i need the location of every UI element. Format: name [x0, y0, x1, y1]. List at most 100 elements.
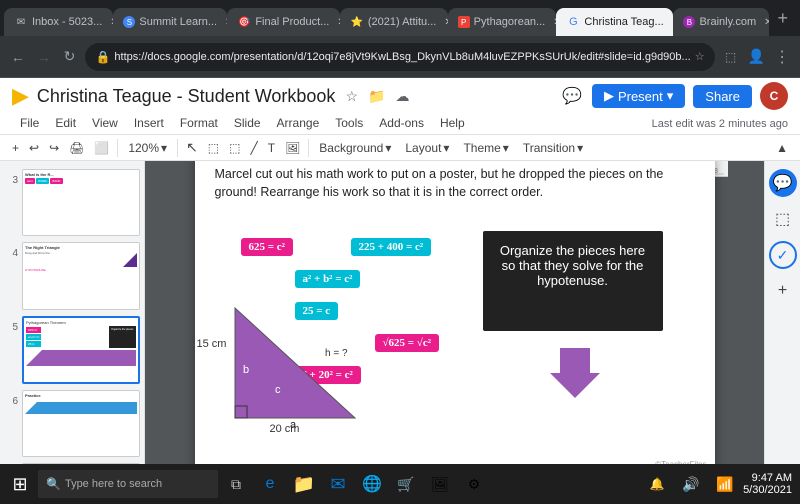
pythagorean-favicon: P — [458, 16, 470, 28]
profile-button[interactable]: 👤 — [746, 45, 766, 69]
menu-view[interactable]: View — [84, 112, 126, 134]
photos-icon[interactable]: 🖼 — [424, 468, 456, 500]
zoom-dropdown[interactable]: 120% ▾ — [122, 139, 173, 157]
attitude-favicon: ⭐ — [350, 15, 364, 29]
menu-slide[interactable]: Slide — [226, 112, 269, 134]
final-favicon: 🎯 — [237, 15, 251, 29]
slide-thumb-7[interactable]: 7 Showing Your Work work area — [4, 463, 140, 464]
text-tool[interactable]: T — [264, 139, 279, 157]
add-slide-button[interactable]: + — [769, 277, 797, 305]
menu-help[interactable]: Help — [432, 112, 473, 134]
tab-christina[interactable]: G Christina Teag... ✕ — [556, 8, 673, 36]
background-dropdown[interactable]: Background▾ — [313, 139, 397, 157]
mail-icon[interactable]: ✉ — [322, 468, 354, 500]
check-button[interactable]: ✓ — [769, 241, 797, 269]
store-icon[interactable]: 🛒 — [390, 468, 422, 500]
slide-thumb-4[interactable]: 4 The Right Triangle Drag and Drop the..… — [4, 242, 140, 309]
taskbar-search[interactable]: 🔍 Type here to search — [38, 470, 218, 498]
tab-inbox[interactable]: ✉ Inbox - 5023... ✕ — [4, 8, 113, 36]
side-label-left: 15 cm — [197, 338, 227, 350]
file-explorer-icon[interactable]: 📁 — [288, 468, 320, 500]
chrome-menu-button[interactable]: ⋮ — [772, 45, 792, 69]
tab-final[interactable]: 🎯 Final Product... ✕ — [227, 8, 340, 36]
menu-file[interactable]: File — [12, 112, 47, 134]
docs-toolbar: + ↩ ↪ 🖨 ⬜ 120% ▾ ↖ ⬚ ⬚ ╱ T 🖼 Background▾… — [0, 135, 800, 161]
extensions-button[interactable]: ⬚ — [721, 45, 741, 69]
comments-icon[interactable]: 💬 — [560, 84, 584, 108]
layout-dropdown[interactable]: Layout▾ — [399, 139, 455, 157]
task-view-button[interactable]: ⧉ — [220, 468, 252, 500]
menu-arrange[interactable]: Arrange — [269, 112, 328, 134]
cursor-tool[interactable]: ↖ — [182, 137, 202, 158]
svg-text:c: c — [275, 384, 281, 396]
network-icon[interactable]: 📶 — [709, 468, 741, 500]
new-tab-button[interactable]: + — [769, 8, 796, 29]
theme-dropdown[interactable]: Theme▾ — [457, 139, 514, 157]
math-piece-3[interactable]: a² + b² = c² — [295, 270, 361, 288]
shape-tool[interactable]: ⬚ — [225, 139, 244, 157]
menu-edit[interactable]: Edit — [47, 112, 84, 134]
back-button[interactable]: ← — [8, 45, 28, 69]
layout-chevron: ▾ — [443, 141, 449, 155]
chat-button[interactable]: 💬 — [769, 169, 797, 197]
volume-icon[interactable]: 🔊 — [675, 468, 707, 500]
summit-favicon: S — [123, 16, 135, 28]
menu-insert[interactable]: Insert — [126, 112, 172, 134]
address-bar[interactable]: 🔒 https://docs.google.com/presentation/d… — [85, 43, 714, 71]
notifications-icon[interactable]: 🔔 — [641, 468, 673, 500]
svg-text:h = ?: h = ? — [325, 348, 348, 359]
watermark: ©TeacherFiles — [655, 460, 706, 465]
menu-bar: File Edit View Insert Format Slide Arran… — [12, 112, 473, 134]
taskbar-clock: 9:47 AM 5/30/2021 — [743, 472, 796, 496]
toolbar-print[interactable]: 🖨 — [65, 139, 88, 157]
toolbar-paint[interactable]: ⬜ — [90, 139, 113, 157]
share-button[interactable]: Share — [693, 85, 752, 108]
docs-app: ▶ Christina Teague - Student Workbook ☆ … — [0, 78, 800, 464]
toolbar-redo[interactable]: ↪ — [45, 139, 63, 157]
menu-addons[interactable]: Add-ons — [371, 112, 432, 134]
menu-format[interactable]: Format — [172, 112, 226, 134]
select-tool[interactable]: ⬚ — [204, 139, 223, 157]
toolbar-add[interactable]: + — [8, 139, 23, 157]
math-piece-5[interactable]: √625 = √c² — [375, 334, 440, 352]
sep2 — [177, 139, 178, 157]
chevron-down-icon: ▾ — [667, 88, 674, 104]
present-button[interactable]: ▶ Present ▾ — [592, 84, 685, 108]
toolbar-undo[interactable]: ↩ — [25, 139, 43, 157]
sep3 — [308, 139, 309, 157]
tab-pythagorean[interactable]: P Pythagorean... ✕ — [448, 8, 557, 36]
chrome-icon[interactable]: 🌐 — [356, 468, 388, 500]
tab-summit[interactable]: S Summit Learn... ✕ — [113, 8, 227, 36]
line-tool[interactable]: ╱ — [246, 139, 261, 157]
slide-thumb-6[interactable]: 6 Practice — [4, 390, 140, 457]
triangle-svg: c a b h = ? — [225, 298, 375, 438]
bg-chevron: ▾ — [385, 141, 391, 155]
sep1 — [117, 139, 118, 157]
collapse-toolbar[interactable]: ▲ — [772, 139, 792, 157]
math-piece-2[interactable]: 225 + 400 = c² — [351, 238, 432, 256]
move-icon[interactable]: 📁 — [366, 86, 387, 107]
page-title: Christina Teague - Student Workbook — [37, 86, 336, 107]
start-button[interactable]: ⊞ — [4, 468, 36, 500]
right-panel: 💬 ⬚ ✓ + — [764, 161, 800, 464]
transition-dropdown[interactable]: Transition▾ — [517, 139, 589, 157]
slide-thumb-3[interactable]: 3 What is the R... term WORK BANK — [4, 169, 140, 236]
title-icons: ☆ 📁 ☁ — [343, 86, 411, 107]
tab-attitude[interactable]: ⭐ (2021) Attitu... ✕ — [340, 8, 448, 36]
tab-brainly[interactable]: B Brainly.com ✕ — [673, 8, 769, 36]
settings-icon[interactable]: ⚙ — [458, 468, 490, 500]
slide-instruction-text: Marcel cut out his math work to put on a… — [215, 165, 695, 203]
edge-icon[interactable]: e — [254, 468, 286, 500]
star-icon[interactable]: ☆ — [343, 86, 360, 107]
refresh-button[interactable]: ↻ — [60, 45, 80, 69]
play-icon: ▶ — [604, 88, 614, 104]
slide-thumb-5[interactable]: 5 Pythagorean Theorem 625=c² a²+b²=c² 25… — [4, 316, 140, 384]
user-avatar[interactable]: C — [760, 82, 788, 110]
image-tool[interactable]: 🖼 — [281, 139, 304, 157]
bookmark-icon[interactable]: ☆ — [695, 50, 705, 63]
menu-tools[interactable]: Tools — [327, 112, 371, 134]
layout-button[interactable]: ⬚ — [769, 205, 797, 233]
sync-icon[interactable]: ☁ — [393, 86, 411, 107]
forward-button[interactable]: → — [34, 45, 54, 69]
math-piece-1[interactable]: 625 = c² — [241, 238, 293, 256]
